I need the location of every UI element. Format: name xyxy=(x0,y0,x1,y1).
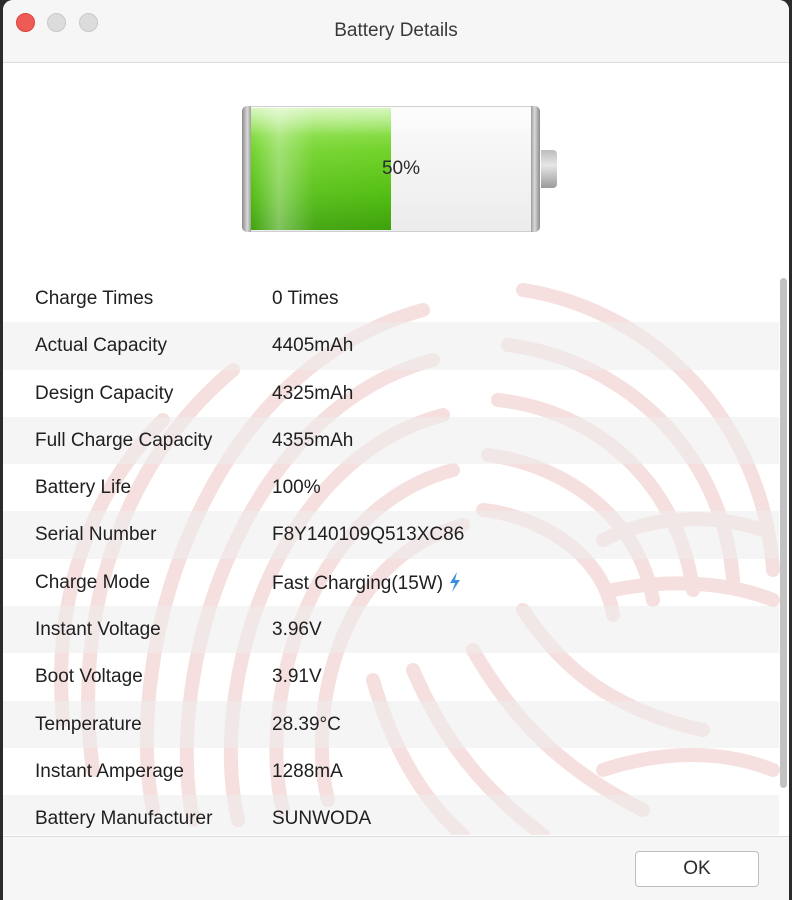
detail-row: Actual Capacity 4405mAh xyxy=(3,322,779,370)
detail-row: Serial Number F8Y140109Q513XC86 xyxy=(3,511,779,559)
detail-row: Battery Manufacturer SUNWODA xyxy=(3,795,779,835)
detail-value-text: 100% xyxy=(272,477,321,499)
detail-row: Instant Voltage 3.96V xyxy=(3,606,779,654)
detail-label: Actual Capacity xyxy=(35,335,168,357)
detail-value: 4405mAh xyxy=(272,335,353,357)
detail-value: 1288mA xyxy=(272,761,343,783)
battery-details-window: Battery Details 50% Charge Times 0 Times… xyxy=(3,0,789,900)
detail-label: Design Capacity xyxy=(35,382,174,404)
detail-value-text: 4355mAh xyxy=(272,429,354,451)
detail-value-text: 4325mAh xyxy=(272,382,354,404)
vertical-scrollbar[interactable] xyxy=(780,278,787,788)
detail-row: Full Charge Capacity 4355mAh xyxy=(3,416,779,465)
detail-value: 4325mAh xyxy=(272,383,353,405)
detail-value: 100% xyxy=(272,477,321,499)
title-bar: Battery Details xyxy=(3,0,789,63)
detail-value-text: 28.39°C xyxy=(272,713,341,735)
detail-value: F8Y140109Q513XC86 xyxy=(272,524,464,546)
detail-value: SUNWODA xyxy=(272,808,371,830)
detail-value-text: 0 Times xyxy=(272,288,339,309)
detail-label: Battery Manufacturer xyxy=(35,808,213,830)
detail-value-text: 4405mAh xyxy=(272,335,354,357)
detail-value-text: 3.96V xyxy=(272,619,322,641)
detail-label: Full Charge Capacity xyxy=(35,429,213,451)
details-list: Charge Times 0 Times Actual Capacity 4405mA… xyxy=(3,275,779,835)
detail-value-text: F8Y140109Q513XC86 xyxy=(272,524,465,546)
detail-label: Serial Number xyxy=(35,524,157,546)
detail-label: Boot Voltage xyxy=(35,666,143,688)
detail-value: 28.39°C xyxy=(272,714,341,736)
ok-button[interactable]: OK xyxy=(635,851,759,887)
details-panel[interactable]: Charge Times 0 Times Actual Capacity 4405mA… xyxy=(3,250,789,835)
window-title: Battery Details xyxy=(334,20,458,41)
detail-value: 0 Times xyxy=(272,288,339,310)
detail-row: Charge Mode Fast Charging(15W) xyxy=(3,559,779,606)
detail-row: Instant Amperage 1288mA xyxy=(3,748,779,795)
detail-value-text: SUNWODA xyxy=(272,808,372,830)
detail-label: Instant Amperage xyxy=(35,760,184,782)
detail-label: Charge Mode xyxy=(35,571,151,593)
detail-value-text: 3.91V xyxy=(272,666,322,688)
detail-value-text: 1288mA xyxy=(272,760,343,782)
detail-value: Fast Charging(15W) xyxy=(272,571,461,598)
detail-value: 3.96V xyxy=(272,619,322,641)
detail-row: Boot Voltage 3.91V xyxy=(3,653,779,700)
detail-label: Charge Times xyxy=(35,288,154,309)
detail-row: Battery Life 100% xyxy=(3,464,779,511)
detail-row: Temperature 28.39°C xyxy=(3,700,779,748)
detail-row: Design Capacity 4325mAh xyxy=(3,370,779,417)
dialog-footer: OK xyxy=(3,836,789,900)
detail-label: Temperature xyxy=(35,713,142,735)
detail-row: Charge Times 0 Times xyxy=(3,275,779,322)
battery-percent-label: 50% xyxy=(381,158,421,179)
detail-label: Battery Life xyxy=(35,477,132,499)
detail-value-text: Fast Charging(15W) xyxy=(272,572,444,594)
lightning-bolt-icon xyxy=(449,571,461,598)
detail-label: Instant Voltage xyxy=(35,619,161,641)
detail-value: 3.91V xyxy=(272,666,322,688)
detail-value: 4355mAh xyxy=(272,430,353,452)
